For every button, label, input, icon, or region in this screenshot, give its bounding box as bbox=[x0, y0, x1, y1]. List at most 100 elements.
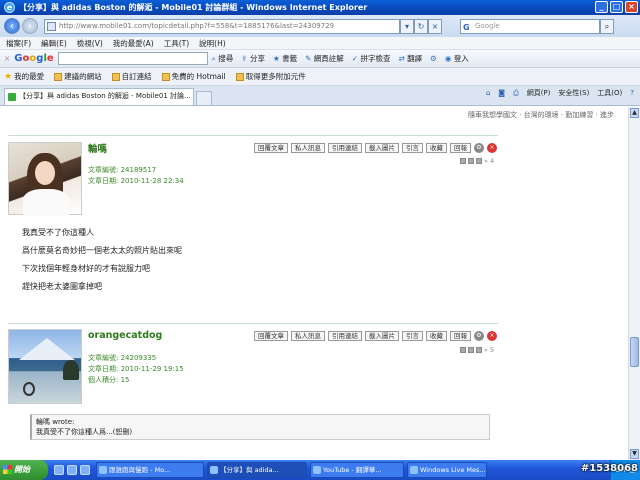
search-icon: ⌕ bbox=[211, 54, 216, 63]
private-message-button[interactable]: 私人訊息 bbox=[291, 331, 325, 341]
close-button[interactable]: × bbox=[625, 1, 638, 13]
google-search-input[interactable] bbox=[57, 52, 208, 65]
delete-icon[interactable]: × bbox=[487, 143, 497, 153]
google-logo: Google bbox=[14, 53, 54, 64]
forward-button[interactable]: › bbox=[22, 18, 38, 34]
help-icon[interactable]: ? bbox=[630, 89, 634, 97]
report-button[interactable]: 回報 bbox=[450, 331, 471, 341]
fav-hotmail[interactable]: 免費的 Hotmail bbox=[161, 71, 226, 82]
app-icon bbox=[410, 466, 418, 474]
toolbar-search-button[interactable]: ⌕ 搜尋 bbox=[212, 53, 234, 64]
post-rating: » 4 bbox=[460, 157, 494, 165]
menu-safety[interactable]: 安全性(S) bbox=[558, 88, 589, 98]
menu-page[interactable]: 網頁(P) bbox=[527, 88, 551, 98]
app-icon bbox=[313, 466, 321, 474]
menu-tools-cmd[interactable]: 工具(O) bbox=[597, 88, 622, 98]
url-input[interactable]: http://www.mobile01.com/topicdetail.php?… bbox=[44, 18, 400, 34]
fav-suggested-sites[interactable]: 建議的網站 bbox=[54, 71, 102, 82]
post-body: 我真受不了你這種人 爲什麼莫名奇妙把一個老太太的照片貼出來呢 下次找個年輕身材好… bbox=[22, 224, 182, 296]
minimize-button[interactable]: _ bbox=[595, 1, 608, 13]
stop-button[interactable]: × bbox=[428, 18, 442, 34]
toolbar-bookmark-button[interactable]: ★ 書籤 bbox=[273, 53, 297, 64]
page-content: 隨車我想學國文 · 台灣的環境 · 勤加練習 · 進步 輪嗎 文章編號: 241… bbox=[0, 107, 628, 460]
post-id: 24209335 bbox=[120, 354, 157, 362]
refresh-button[interactable]: ↻ bbox=[414, 18, 428, 34]
reply-button[interactable]: 回覆文章 bbox=[254, 331, 288, 341]
reply-button[interactable]: 回覆文章 bbox=[254, 143, 288, 153]
fav-more-addons[interactable]: 取得更多附加元件 bbox=[235, 71, 306, 82]
favorites-button[interactable]: ★ 我的最愛 bbox=[4, 71, 44, 82]
menu-favorites[interactable]: 我的最愛(A) bbox=[113, 38, 154, 49]
toolbar-spellcheck-button[interactable]: ✓ 拼字檢查 bbox=[352, 53, 391, 64]
post-line: 趕快把老太婆圖拿掉吧 bbox=[22, 282, 102, 291]
print-icon[interactable]: ⎙ bbox=[513, 89, 519, 98]
new-tab-button[interactable] bbox=[196, 91, 212, 105]
quicklaunch-ie-icon[interactable] bbox=[54, 465, 64, 475]
quote-link-button[interactable]: 引用連結 bbox=[328, 143, 362, 153]
toolbar-annotate-button[interactable]: ✎ 網頁註解 bbox=[305, 53, 344, 64]
quicklaunch-desktop-icon[interactable] bbox=[67, 465, 77, 475]
post-username[interactable]: orangecatdog bbox=[88, 330, 162, 341]
page-hint-text: 隨車我想學國文 · 台灣的環境 · 勤加練習 · 進步 bbox=[467, 111, 614, 119]
scroll-down-button[interactable]: ▼ bbox=[630, 449, 639, 459]
favorites-star-icon: ★ bbox=[4, 71, 13, 82]
menu-edit[interactable]: 編輯(E) bbox=[41, 38, 67, 49]
private-message-button[interactable]: 私人訊息 bbox=[291, 143, 325, 153]
translate-icon: ⇄ bbox=[398, 54, 405, 63]
scroll-up-button[interactable]: ▲ bbox=[630, 108, 639, 118]
favorite-button[interactable]: 收藏 bbox=[426, 143, 447, 153]
user-avatar[interactable] bbox=[8, 142, 82, 216]
menu-tools[interactable]: 工具(T) bbox=[164, 38, 189, 49]
floor-number-icon: » bbox=[484, 346, 488, 354]
quicklaunch-media-icon[interactable] bbox=[80, 465, 90, 475]
scroll-thumb[interactable] bbox=[630, 337, 639, 367]
settings-icon[interactable]: ⚙ bbox=[474, 331, 484, 341]
floor-number-icon: » bbox=[484, 157, 488, 165]
toolbar-settings-button[interactable]: ⚙ bbox=[430, 54, 437, 63]
url-dropdown-button[interactable]: ▾ bbox=[400, 18, 414, 34]
fav-custom-links[interactable]: 自訂連結 bbox=[111, 71, 152, 82]
taskbar-item-active[interactable]: 【分享】與 adida... bbox=[207, 462, 307, 478]
floor-number: 5 bbox=[489, 346, 495, 354]
back-button[interactable]: ‹ bbox=[4, 18, 20, 34]
fav-site-icon bbox=[235, 72, 244, 81]
toolbar-close-icon[interactable]: × bbox=[4, 54, 10, 63]
load-images-button[interactable]: 載入圖片 bbox=[365, 143, 399, 153]
rating-icon bbox=[460, 347, 466, 353]
settings-icon[interactable]: ⚙ bbox=[474, 143, 484, 153]
search-input[interactable]: G Google bbox=[460, 18, 600, 34]
taskbar-item[interactable]: YouTube - 翻譯華... bbox=[310, 462, 404, 478]
favorite-button[interactable]: 收藏 bbox=[426, 331, 447, 341]
post-rating: » 5 bbox=[460, 346, 494, 354]
quote-link-button[interactable]: 引用連結 bbox=[328, 331, 362, 341]
watermark-text: #1538068 bbox=[580, 463, 638, 474]
taskbar-item[interactable]: 跟誰跑與慢跑 - Mo... bbox=[96, 462, 204, 478]
menu-file[interactable]: 檔案(F) bbox=[6, 38, 31, 49]
user-avatar[interactable] bbox=[8, 329, 82, 404]
toolbar-share-button[interactable]: ⇪ 分享 bbox=[241, 53, 265, 64]
taskbar-item[interactable]: Windows Live Mes... bbox=[407, 462, 487, 478]
tab-current[interactable]: 【分享】與 adidas Boston 的解逅 - Mobile01 討論... bbox=[4, 88, 194, 105]
toolbar-login-button[interactable]: ◉ 登入 bbox=[445, 53, 469, 64]
delete-icon[interactable]: × bbox=[487, 331, 497, 341]
maximize-button[interactable]: □ bbox=[610, 1, 623, 13]
page-scrollbar[interactable]: ▲ ▼ bbox=[628, 107, 640, 460]
toolbar-translate-button[interactable]: ⇄ 翻譯 bbox=[398, 53, 422, 64]
search-button[interactable]: ⌕ bbox=[600, 18, 614, 34]
menu-view[interactable]: 檢視(V) bbox=[77, 38, 103, 49]
quote-block: 輪嗎 wrote: 我真受不了你這種人爲...(恕刪) bbox=[30, 414, 490, 440]
home-icon[interactable]: ⌂ bbox=[486, 89, 490, 97]
post-id: 24189517 bbox=[120, 166, 157, 174]
post-line: 我真受不了你這種人 bbox=[22, 228, 94, 237]
start-button[interactable]: 開始 bbox=[0, 460, 48, 480]
quote-button[interactable]: 引言 bbox=[402, 143, 423, 153]
post-divider bbox=[8, 323, 498, 324]
post-username[interactable]: 輪嗎 bbox=[88, 141, 107, 155]
quote-button[interactable]: 引言 bbox=[402, 331, 423, 341]
feeds-icon[interactable]: ◙ bbox=[498, 89, 505, 97]
annotate-icon: ✎ bbox=[305, 54, 312, 63]
menu-help[interactable]: 說明(H) bbox=[199, 38, 226, 49]
report-button[interactable]: 回報 bbox=[450, 143, 471, 153]
rating-icon bbox=[468, 347, 474, 353]
load-images-button[interactable]: 載入圖片 bbox=[365, 331, 399, 341]
